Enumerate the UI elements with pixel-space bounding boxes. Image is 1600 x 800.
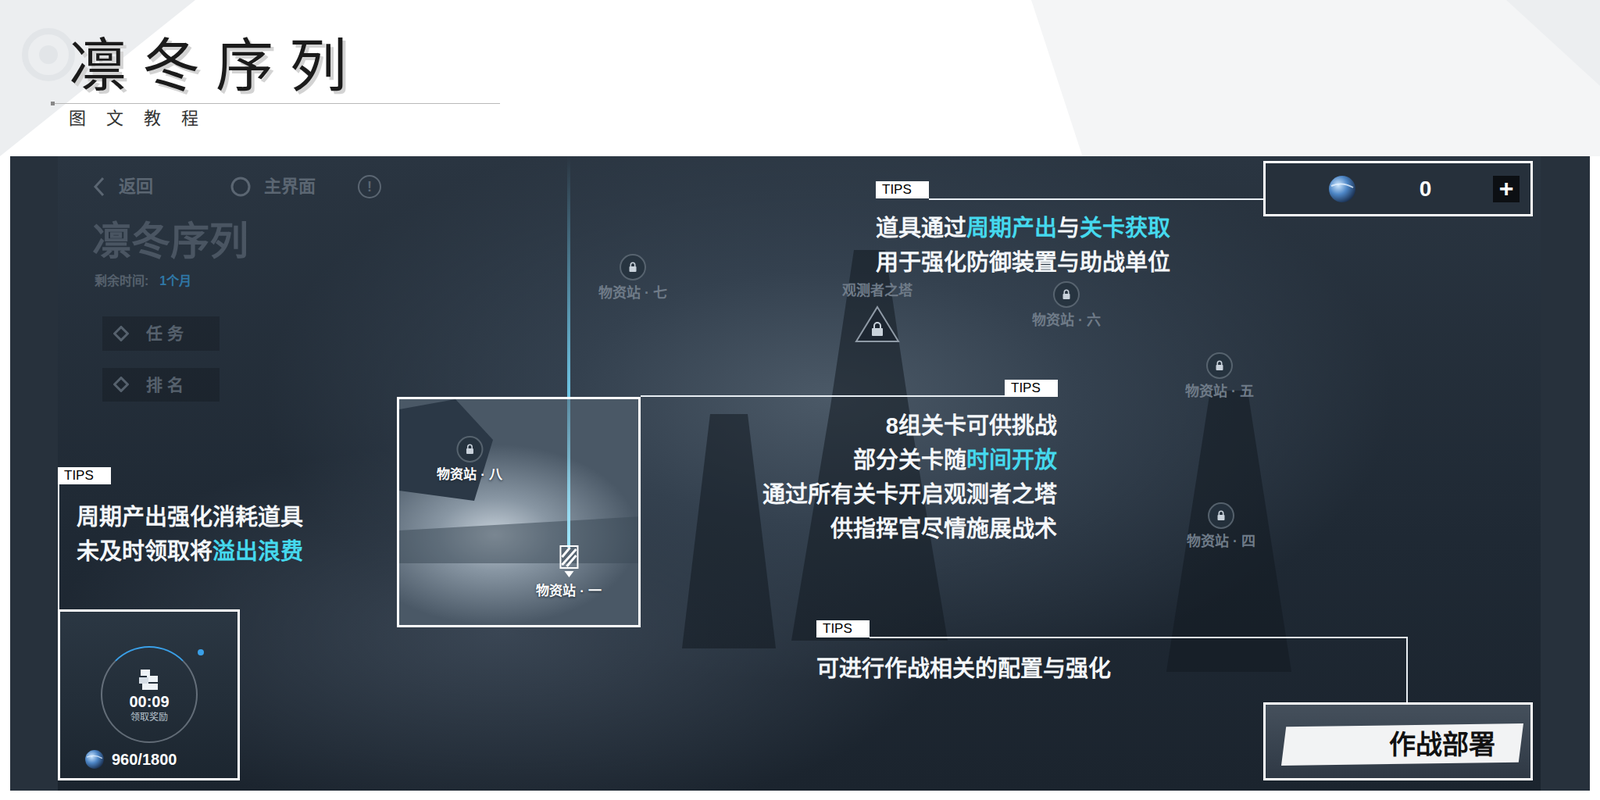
crystal-globe-icon <box>1326 173 1358 205</box>
map-node[interactable]: 观测者之塔 <box>842 282 913 344</box>
back-button[interactable]: 返回 <box>92 173 154 200</box>
remaining-time: 剩余时间: 1个月 <box>94 271 192 291</box>
tip-text: 道具通过周期产出与关卡获取用于强化防御装置与助战单位 <box>875 210 1171 280</box>
menu-diamond-icon <box>113 325 129 342</box>
map-pin <box>1053 281 1080 308</box>
preview-node-label: 物资站 · 一 <box>535 583 601 600</box>
tip-line: 未及时领取将溢出浪费 <box>76 534 304 569</box>
map-node-label: 观测者之塔 <box>842 282 913 300</box>
menu-label: 排 名 <box>146 372 184 398</box>
tip-line: 8组关卡可供挑战 <box>762 408 1058 443</box>
menu-label: 任 务 <box>146 321 184 347</box>
deploy-button[interactable]: 作战部署 <box>1281 723 1524 766</box>
game-screen: 返回 主界面! 凛冬序列剩余时间: 1个月任 务排 名 物资站 · 七 观测者之塔物资站 … <box>10 156 1590 791</box>
tip-segment: 供指挥官尽情施展战术 <box>830 516 1058 542</box>
title-rule <box>50 103 500 104</box>
slide-subtitle: 图 文 教 程 <box>68 108 1600 129</box>
map-node[interactable]: 物资站 · 七 <box>598 253 668 303</box>
slide-header: 凛冬序列图 文 教 程 <box>0 0 1600 157</box>
info-button[interactable]: ! <box>357 175 382 199</box>
preview-node-label: 物资站 · 八 <box>436 467 502 483</box>
tip-line: 周期产出强化消耗道具 <box>76 500 304 535</box>
lock-icon <box>1213 359 1226 372</box>
map-node-label: 物资站 · 七 <box>598 285 668 303</box>
currency-box: 0+ <box>1263 160 1533 217</box>
tip-segment: 溢出浪费 <box>212 539 304 565</box>
side-menu: 任 务排 名 <box>102 316 220 402</box>
menu-item[interactable]: 排 名 <box>102 367 220 403</box>
map-node[interactable]: 物资站 · 四 <box>1186 502 1256 551</box>
deploy-box: 作战部署 <box>1263 702 1533 781</box>
tip-line: 道具通过周期产出与关卡获取 <box>875 210 1171 246</box>
tip-segment: 部分关卡随 <box>853 447 967 473</box>
preview-node[interactable]: 物资站 · 八 <box>436 435 502 483</box>
map-node[interactable]: 物资站 · 六 <box>1032 281 1101 330</box>
preview-node[interactable]: 物资站 · 一 <box>535 544 601 600</box>
menu-diamond-icon <box>113 376 129 393</box>
tip-segment: 时间开放 <box>966 447 1058 473</box>
current-station-marker-icon <box>557 544 581 579</box>
tip-segment: 关卡获取 <box>1079 215 1171 241</box>
tip-line: 通过所有关卡开启观测者之塔 <box>762 477 1058 512</box>
claim-reward-button[interactable]: 00:09领取奖励 <box>100 646 198 743</box>
map-node-label: 物资站 · 六 <box>1032 312 1101 330</box>
tip-segment: 可进行作战相关的配置与强化 <box>816 656 1111 682</box>
tip-line: 可进行作战相关的配置与强化 <box>816 651 1111 686</box>
tips-label: TIPS <box>875 181 929 199</box>
menu-item[interactable]: 任 务 <box>102 316 220 351</box>
tip-segment: 与 <box>1057 215 1080 241</box>
tip-segment: 用于强化防御装置与助战单位 <box>875 250 1171 275</box>
stage-map-preview: 物资站 · 八物资站 · 一 <box>396 396 641 628</box>
tip-segment: 8组关卡可供挑战 <box>885 413 1058 439</box>
reward-timer: 00:09 <box>128 692 169 711</box>
back-label: 返回 <box>118 173 154 200</box>
tip-line: 供指挥官尽情施展战术 <box>762 511 1058 547</box>
lock-icon <box>1060 288 1073 301</box>
tip-segment: 未及时领取将 <box>76 539 213 565</box>
map-node-label: 物资站 · 四 <box>1186 533 1256 551</box>
tip-text: 8组关卡可供挑战部分关卡随时间开放通过所有关卡开启观测者之塔供指挥官尽情施展战术 <box>762 408 1058 547</box>
home-label: 主界面 <box>264 173 316 200</box>
add-currency-button[interactable]: + <box>1492 175 1520 203</box>
back-icon <box>92 176 107 197</box>
map-pin <box>1206 352 1233 379</box>
map-pin <box>456 435 483 463</box>
reward-stock: 960/1800 <box>83 747 177 772</box>
map-node[interactable]: 物资站 · 五 <box>1185 352 1254 401</box>
tip-segment: 通过所有关卡开启观测者之塔 <box>762 482 1058 508</box>
lock-icon <box>1214 509 1228 522</box>
supply-stack-icon <box>135 666 163 692</box>
home-icon <box>229 175 252 198</box>
home-button[interactable]: 主界面 <box>229 173 316 200</box>
reward-action: 领取奖励 <box>130 711 168 723</box>
tip-line: 部分关卡随时间开放 <box>762 442 1058 478</box>
crystal-globe-icon <box>83 748 106 771</box>
remaining-label: 剩余时间: <box>94 271 149 291</box>
tip-line: 用于强化防御装置与助战单位 <box>875 245 1171 280</box>
currency-amount: 0 <box>1365 172 1486 206</box>
tips-label: TIPS <box>816 620 870 638</box>
top-nav: 返回 主界面! <box>92 173 382 200</box>
tower-lock-icon <box>853 304 901 344</box>
tip-segment: 周期产出 <box>966 215 1058 241</box>
event-title: 凛冬序列 <box>92 220 249 264</box>
map-node-label: 物资站 · 五 <box>1185 383 1254 401</box>
lock-icon <box>463 442 476 456</box>
tip-segment: 道具通过 <box>875 215 967 241</box>
tip-text: 周期产出强化消耗道具未及时领取将溢出浪费 <box>76 500 304 569</box>
map-pin <box>1207 502 1235 529</box>
tip-segment: 周期产出强化消耗道具 <box>76 504 304 530</box>
map-pin <box>619 253 647 281</box>
lock-icon <box>626 260 640 274</box>
remaining-value: 1个月 <box>159 271 192 291</box>
reward-box: 00:09领取奖励 960/1800 <box>57 609 240 781</box>
tip-text: 可进行作战相关的配置与强化 <box>816 651 1111 686</box>
tips-label: TIPS <box>57 467 111 485</box>
slide-title: 凛冬序列 <box>68 37 1600 96</box>
stock-value: 960/1800 <box>111 747 177 772</box>
tips-label: TIPS <box>1004 379 1058 397</box>
